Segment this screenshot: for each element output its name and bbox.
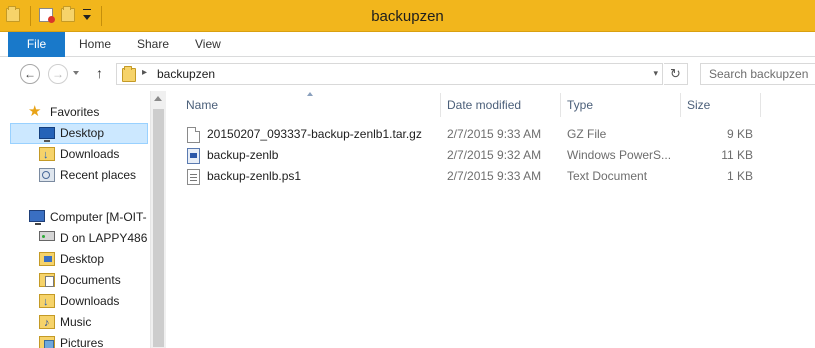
tab-file[interactable]: File <box>8 32 65 57</box>
file-type: GZ File <box>567 127 607 141</box>
chevron-right-icon[interactable]: ▸ <box>142 67 147 78</box>
title-bar: backupzen <box>0 0 815 32</box>
nav-item-computer[interactable]: Computer [M-OIT- <box>0 207 150 228</box>
back-button[interactable]: ← <box>20 64 40 84</box>
navigation-pane: ★ Favorites Desktop Downloads Recent pla… <box>0 91 150 348</box>
nav-item-label: Computer [M-OIT- <box>50 210 147 224</box>
nav-item-label: Music <box>60 315 92 329</box>
address-path[interactable]: backupzen <box>157 67 215 81</box>
column-divider[interactable] <box>760 93 761 117</box>
file-date-modified: 2/7/2015 9:33 AM <box>447 169 542 183</box>
ribbon-tabs: File Home Share View <box>0 32 815 57</box>
network-drive-icon <box>39 231 55 241</box>
file-date-modified: 2/7/2015 9:32 AM <box>447 148 542 162</box>
desktop-icon <box>39 127 55 142</box>
forward-button[interactable]: → <box>48 64 68 84</box>
file-date-modified: 2/7/2015 9:33 AM <box>447 127 542 141</box>
pictures-icon <box>39 336 55 348</box>
nav-item-label: Recent places <box>60 168 137 182</box>
nav-item-desktop[interactable]: Desktop <box>10 123 148 144</box>
column-divider[interactable] <box>440 93 441 117</box>
column-divider[interactable] <box>560 93 561 117</box>
nav-item-label: Desktop <box>60 252 105 266</box>
address-bar[interactable]: ▸ backupzen ▾ <box>116 63 663 85</box>
file-row[interactable]: 20150207_093337-backup-zenlb1.tar.gz 2/7… <box>183 124 769 145</box>
nav-item-label: Favorites <box>50 105 100 119</box>
file-name[interactable]: 20150207_093337-backup-zenlb1.tar.gz <box>207 124 437 145</box>
recent-places-icon <box>39 168 55 182</box>
search-input[interactable]: Search backupzen <box>700 63 815 85</box>
text-file-icon <box>187 169 200 185</box>
column-header-date-modified[interactable]: Date modified <box>442 91 560 119</box>
nav-item-label: Desktop <box>60 126 105 140</box>
folder-icon <box>122 66 136 82</box>
refresh-button[interactable]: ↻ <box>664 63 688 85</box>
tab-share[interactable]: Share <box>123 32 183 57</box>
nav-item-pictures[interactable]: Pictures <box>0 333 150 348</box>
column-header-type[interactable]: Type <box>562 91 678 119</box>
file-row[interactable]: backup-zenlb.ps1 2/7/2015 9:33 AM Text D… <box>183 166 769 187</box>
powershell-file-icon <box>187 148 200 164</box>
file-list: Name Date modified Type Size 20150207_09… <box>167 91 815 348</box>
column-header-name[interactable]: Name <box>181 91 439 119</box>
file-size: 11 KB <box>721 148 753 162</box>
tab-home[interactable]: Home <box>65 32 125 57</box>
file-name[interactable]: backup-zenlb <box>207 145 437 166</box>
file-type: Text Document <box>567 169 648 183</box>
downloads-icon <box>39 145 55 166</box>
music-icon <box>39 313 55 334</box>
nav-item-downloads[interactable]: Downloads <box>0 144 150 166</box>
scroll-up-icon[interactable] <box>154 96 162 101</box>
star-icon: ★ <box>28 103 42 120</box>
scroll-thumb[interactable] <box>153 109 164 347</box>
nav-item-documents[interactable]: Documents <box>0 270 150 291</box>
address-row: ← → ↑ ▸ backupzen ▾ ↻ Search backupzen <box>0 57 815 91</box>
up-arrow-icon[interactable]: ↑ <box>96 65 103 81</box>
recent-locations-dropdown-icon[interactable] <box>73 71 79 75</box>
nav-item-downloads-library[interactable]: Downloads <box>0 291 150 313</box>
column-divider[interactable] <box>680 93 681 117</box>
chevron-down-icon[interactable]: ▾ <box>653 68 658 79</box>
nav-item-d-on-lappy486[interactable]: D on LAPPY486 <box>0 228 150 249</box>
computer-icon <box>29 210 45 225</box>
file-name[interactable]: backup-zenlb.ps1 <box>207 166 437 187</box>
nav-item-recent-places[interactable]: Recent places <box>0 165 150 186</box>
nav-item-music[interactable]: Music <box>0 312 150 334</box>
documents-icon <box>39 273 55 287</box>
window-title: backupzen <box>371 8 444 25</box>
desktop-folder-icon <box>39 252 55 266</box>
navpane-scrollbar[interactable] <box>150 91 166 348</box>
tab-view[interactable]: View <box>181 32 235 57</box>
file-row[interactable]: backup-zenlb 2/7/2015 9:32 AM Windows Po… <box>183 145 769 166</box>
nav-item-label: Downloads <box>60 294 120 308</box>
file-type: Windows PowerS... <box>567 148 672 162</box>
nav-item-label: Pictures <box>60 336 104 348</box>
file-size: 1 KB <box>726 169 753 183</box>
nav-item-label: Downloads <box>60 147 120 161</box>
file-size: 9 KB <box>726 127 753 141</box>
nav-item-favorites[interactable]: ★ Favorites <box>0 102 150 123</box>
nav-item-desktop-library[interactable]: Desktop <box>0 249 150 270</box>
nav-item-label: D on LAPPY486 <box>60 231 148 245</box>
column-header-size[interactable]: Size <box>682 91 760 119</box>
gz-file-icon <box>187 127 200 143</box>
downloads-icon <box>39 292 55 313</box>
nav-item-label: Documents <box>60 273 121 287</box>
